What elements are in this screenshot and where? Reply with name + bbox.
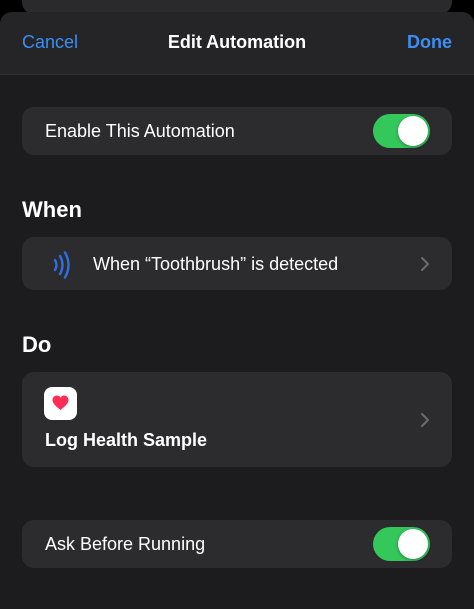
health-app-icon bbox=[44, 387, 77, 420]
cancel-button[interactable]: Cancel bbox=[22, 32, 78, 53]
navigation-bar: Cancel Edit Automation Done bbox=[0, 12, 474, 75]
do-action-row[interactable]: Log Health Sample bbox=[22, 372, 452, 467]
toggle-knob bbox=[398, 116, 428, 146]
enable-automation-row: Enable This Automation bbox=[22, 107, 452, 155]
heart-icon bbox=[52, 395, 69, 410]
do-section-header: Do bbox=[22, 332, 52, 357]
when-section-header: When bbox=[22, 197, 82, 222]
do-action-label: Log Health Sample bbox=[45, 430, 208, 450]
chevron-right-icon bbox=[421, 257, 429, 271]
when-trigger-label: When “Toothbrush” is detected bbox=[93, 254, 339, 274]
done-button[interactable]: Done bbox=[407, 32, 452, 53]
ask-before-running-label: Ask Before Running bbox=[45, 534, 206, 554]
nfc-icon bbox=[53, 251, 70, 279]
ask-before-running-toggle[interactable] bbox=[373, 527, 430, 561]
ask-before-running-row: Ask Before Running bbox=[22, 520, 452, 568]
enable-automation-toggle[interactable] bbox=[373, 114, 430, 148]
toggle-knob bbox=[398, 529, 428, 559]
when-trigger-row[interactable]: When “Toothbrush” is detected bbox=[22, 237, 452, 290]
enable-automation-label: Enable This Automation bbox=[45, 121, 235, 141]
chevron-right-icon bbox=[421, 413, 429, 427]
edit-automation-sheet: Cancel Edit Automation Done Enable This … bbox=[0, 12, 474, 609]
